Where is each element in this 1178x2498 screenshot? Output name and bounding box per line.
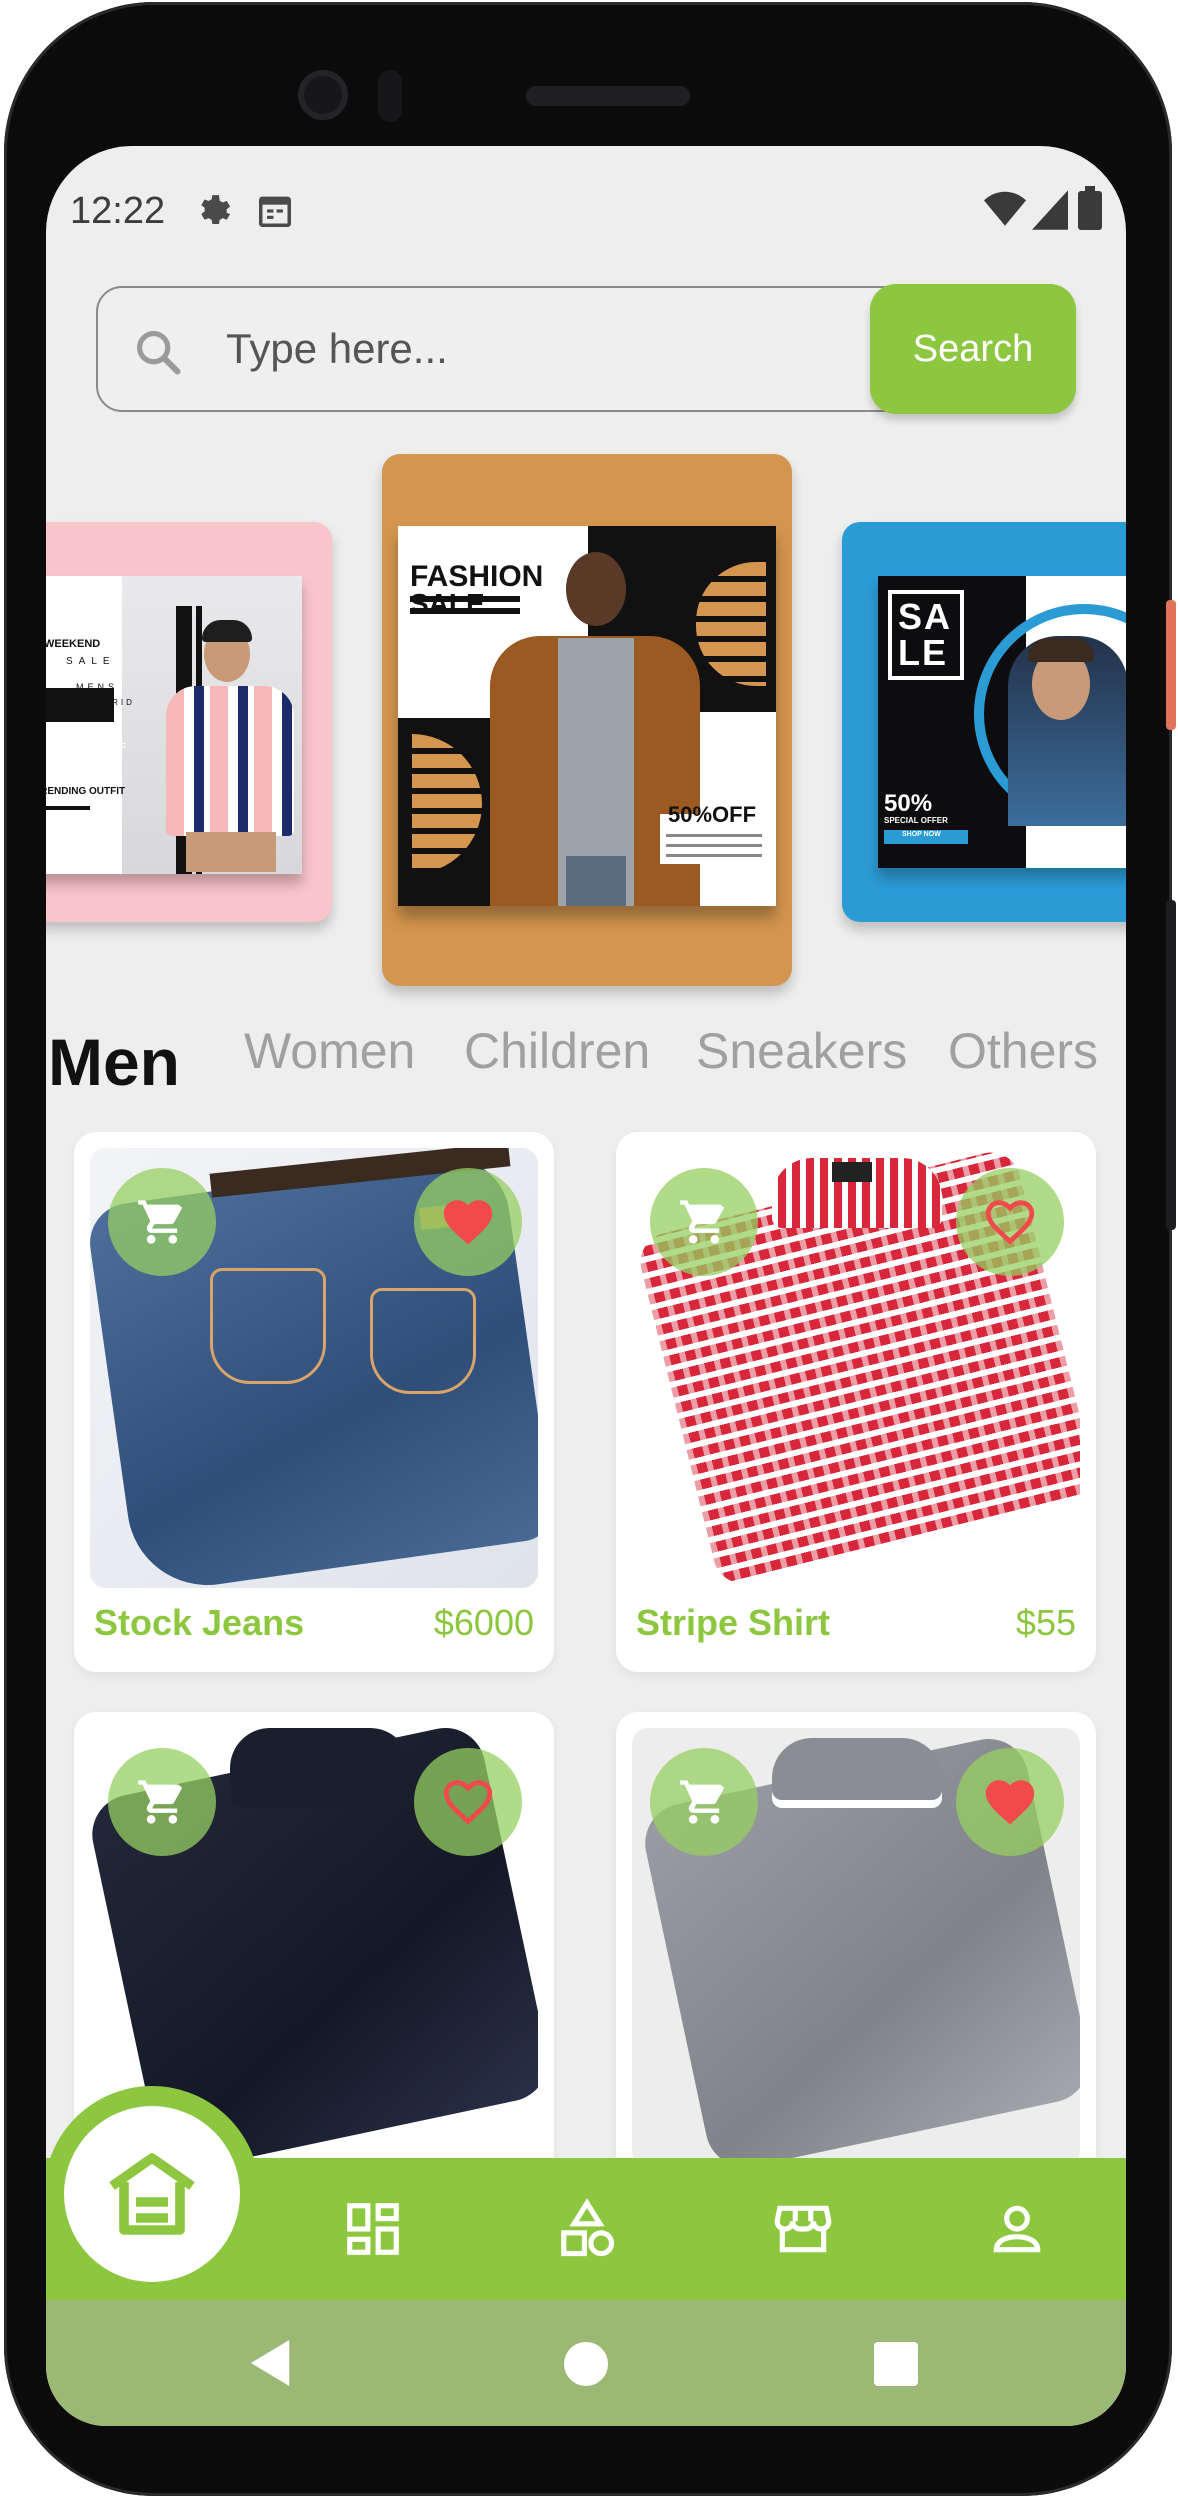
nav-dashboard[interactable]: [338, 2194, 408, 2264]
banner-weekend-text-4: OUTFITGRID: [56, 698, 135, 707]
banner-sale-shop-now: SHOP NOW: [902, 831, 941, 838]
banner-fashion-title-2: SALE: [410, 588, 485, 619]
banner-weekend-text-6: SHOP NOW: [56, 756, 101, 765]
cart-icon: [680, 1780, 725, 1824]
banner-weekend-text-7: TRENDING OUTFIT: [46, 786, 126, 797]
nav-home: [46, 2086, 294, 2306]
tab-others[interactable]: Others: [948, 1022, 1098, 1080]
wifi-icon: [984, 190, 1026, 235]
phone-frame: 12:22 Search: [0, 0, 1178, 2498]
recents-icon[interactable]: [874, 2342, 918, 2386]
home-icon: [109, 2153, 195, 2235]
cellular-signal-icon: [1032, 190, 1068, 235]
tab-women[interactable]: Women: [244, 1022, 415, 1080]
banner-fashion-sale[interactable]: FASHION SALE 50%OFF: [382, 454, 792, 986]
home-button[interactable]: [64, 2106, 240, 2282]
favorite-button[interactable]: [414, 1168, 522, 1276]
add-to-cart-button[interactable]: [650, 1748, 758, 1856]
heart-filled-icon: [985, 1780, 1035, 1825]
add-to-cart-button[interactable]: [108, 1168, 216, 1276]
tab-children[interactable]: Children: [464, 1022, 650, 1080]
status-time: 12:22: [70, 190, 166, 232]
banner-weekend-text-3: MENS: [76, 682, 119, 692]
battery-icon: [1078, 186, 1102, 235]
product-price: $6000: [433, 1602, 534, 1643]
banner-sale-special: SPECIAL OFFER: [884, 816, 948, 825]
product-card-stock-jeans[interactable]: Stock Jeans $6000: [74, 1132, 554, 1672]
profile-icon: [993, 2205, 1041, 2253]
cart-icon: [138, 1200, 183, 1244]
store-icon: [774, 2205, 832, 2253]
cart-icon: [138, 1780, 183, 1824]
favorite-button[interactable]: [956, 1748, 1064, 1856]
add-to-cart-button[interactable]: [650, 1168, 758, 1276]
power-button: [1166, 600, 1176, 730]
heart-filled-icon: [443, 1200, 493, 1245]
back-icon[interactable]: [250, 2340, 294, 2386]
product-name: Stripe Shirt: [636, 1602, 831, 1643]
tab-men[interactable]: Men: [48, 1024, 180, 1100]
categories-icon: [561, 2198, 615, 2257]
screen: 12:22 Search: [46, 146, 1126, 2426]
product-name: Stock Jeans: [94, 1602, 305, 1643]
favorite-button[interactable]: [414, 1748, 522, 1856]
heart-outline-icon: [985, 1200, 1035, 1245]
tab-sneakers[interactable]: Sneakers: [696, 1022, 907, 1080]
volume-button: [1166, 900, 1176, 1230]
system-nav-bar: [46, 2300, 1126, 2426]
nav-categories[interactable]: [552, 2194, 622, 2264]
dashboard-icon: [347, 2203, 399, 2255]
heart-outline-icon: [443, 1780, 493, 1825]
product-price: $55: [1015, 1602, 1076, 1643]
banner-weekend-text-1: WEEKEND: [46, 638, 101, 650]
front-camera: [298, 70, 348, 120]
calendar-icon: [256, 192, 294, 235]
cart-icon: [680, 1200, 725, 1244]
banner-sale-50[interactable]: SA LE 50% SPECIAL OFFER SHOP NOW: [842, 522, 1126, 922]
proximity-sensor: [378, 70, 402, 122]
search-input[interactable]: [224, 316, 868, 382]
add-to-cart-button[interactable]: [108, 1748, 216, 1856]
nav-profile[interactable]: [982, 2194, 1052, 2264]
banner-weekend-text-2: SALE: [66, 656, 116, 667]
banner-weekend-sale[interactable]: WEEKEND SALE MENS OUTFITGRID UP TO 40% O…: [46, 522, 332, 922]
product-card-stripe-shirt[interactable]: Stripe Shirt $55: [616, 1132, 1096, 1672]
banner-fashion-discount: 50%OFF: [668, 802, 757, 827]
earpiece-speaker: [526, 86, 690, 106]
banner-sale-percent: 50%: [884, 790, 933, 817]
status-bar: 12:22: [46, 146, 1126, 276]
nav-store[interactable]: [768, 2194, 838, 2264]
favorite-button[interactable]: [956, 1168, 1064, 1276]
banner-sale-title-2: LE: [898, 632, 949, 673]
home-circle-icon[interactable]: [564, 2342, 608, 2386]
search-icon: [132, 326, 184, 383]
banner-weekend-text-5: UP TO 40% OFF: [50, 742, 126, 753]
settings-icon: [194, 192, 232, 235]
search-button[interactable]: Search: [870, 284, 1076, 414]
